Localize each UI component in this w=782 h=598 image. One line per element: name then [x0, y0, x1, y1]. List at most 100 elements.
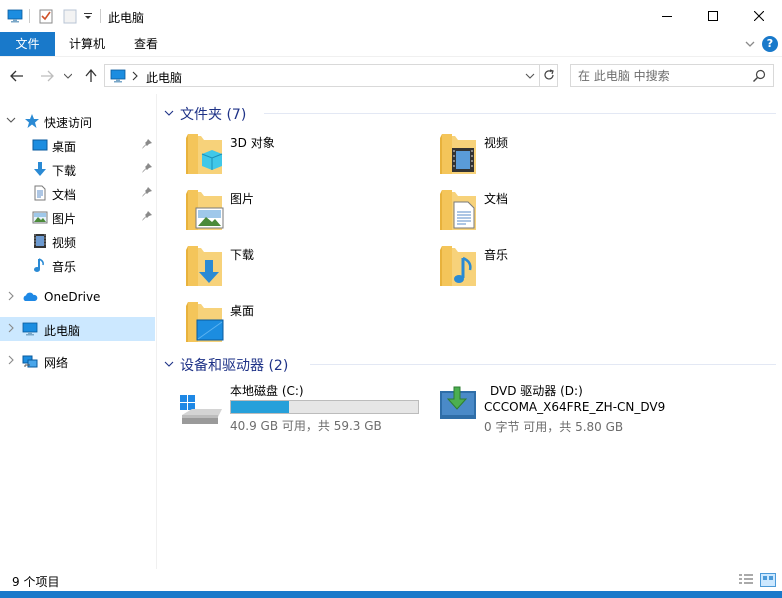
hard-drive-icon [180, 395, 222, 424]
pin-icon[interactable] [141, 162, 153, 174]
customize-toolbar-icon[interactable] [83, 8, 93, 24]
sidebar-item-label: 音乐 [52, 260, 77, 274]
folder-desktop[interactable]: 桌面 [184, 300, 424, 350]
folder-3d-objects[interactable]: 3D 对象 [184, 132, 424, 182]
folders-group-header[interactable]: 文件夹 (7) [164, 103, 776, 123]
sidebar-item-pictures[interactable]: 图片 [0, 205, 155, 229]
folder-pictures[interactable]: 图片 [184, 188, 424, 238]
close-icon [754, 11, 764, 21]
refresh-icon[interactable] [542, 68, 556, 82]
help-icon[interactable]: ? [762, 36, 778, 52]
network-icon [22, 355, 38, 368]
computer-icon [22, 321, 38, 337]
star-icon [25, 114, 39, 128]
up-button[interactable] [82, 67, 100, 85]
large-icons-view-icon[interactable] [760, 573, 776, 587]
sidebar-item-label: 桌面 [52, 140, 77, 154]
folder-icon [184, 132, 223, 176]
address-path[interactable]: 此电脑 [146, 69, 182, 86]
folder-icon [438, 132, 478, 176]
sidebar-item-documents[interactable]: 文档 [0, 181, 155, 205]
group-title: 设备和驱动器 (2) [180, 358, 289, 374]
drive-usage-bar [230, 400, 419, 414]
drive-c[interactable]: 本地磁盘 (C:) 40.9 GB 可用，共 59.3 GB [178, 381, 438, 433]
folder-videos[interactable]: 视频 [438, 132, 678, 182]
forward-button[interactable] [38, 67, 56, 85]
ribbon-tabs: 文件 计算机 查看 ? [0, 32, 782, 56]
search-icon[interactable] [752, 69, 766, 83]
drive-free-space: 0 字节 可用，共 5.80 GB [484, 420, 624, 434]
download-icon [34, 162, 46, 176]
address-dropdown-icon[interactable] [525, 73, 535, 79]
content-pane: 文件夹 (7) 3D 对象 视频 图片 文档 下载 音乐 桌面 设备和驱动器 (… [158, 94, 782, 569]
folder-label: 图片 [230, 192, 255, 206]
details-view-icon[interactable] [738, 573, 754, 587]
folder-icon [438, 188, 478, 232]
drive-volume-name: CCCOMA_X64FRE_ZH-CN_DV9 [484, 400, 666, 414]
music-note-icon [34, 258, 44, 272]
sidebar-item-music[interactable]: 音乐 [0, 253, 155, 277]
sidebar-item-network[interactable]: 网络 [0, 349, 155, 373]
minimize-button[interactable] [644, 0, 690, 32]
drive-d[interactable]: DVD 驱动器 (D:) CCCOMA_X64FRE_ZH-CN_DV9 0 字… [438, 381, 698, 434]
chevron-right-icon[interactable] [132, 71, 138, 81]
search-input[interactable] [578, 67, 748, 84]
window-border [0, 591, 782, 598]
sidebar-item-label: 快速访问 [44, 116, 93, 130]
maximize-icon [708, 11, 718, 21]
folder-icon [184, 244, 224, 288]
title-bar: 此电脑 [0, 0, 782, 32]
drive-label: DVD 驱动器 (D:) [490, 384, 583, 398]
drive-free-space: 40.9 GB 可用，共 59.3 GB [230, 419, 382, 433]
sidebar-item-downloads[interactable]: 下载 [0, 157, 155, 181]
search-box[interactable] [570, 64, 774, 87]
folder-music[interactable]: 音乐 [438, 244, 678, 294]
toolbar-separator [29, 9, 30, 23]
folder-label: 文档 [484, 192, 509, 206]
sidebar-item-label: 此电脑 [44, 324, 81, 338]
chevron-down-icon[interactable] [164, 359, 174, 369]
sidebar-item-this-pc[interactable]: 此电脑 [0, 317, 155, 341]
sidebar-item-desktop[interactable]: 桌面 [0, 133, 155, 157]
close-button[interactable] [736, 0, 782, 32]
computer-icon [109, 68, 127, 84]
back-button[interactable] [8, 67, 26, 85]
chevron-down-icon [64, 73, 72, 79]
folder-documents[interactable]: 文档 [438, 188, 678, 238]
folder-label: 视频 [484, 136, 509, 150]
navigation-bar: 此电脑 [0, 56, 782, 94]
tab-view[interactable]: 查看 [124, 32, 168, 56]
back-arrow-icon [10, 70, 23, 82]
computer-icon [6, 8, 24, 24]
expand-ribbon-icon[interactable] [744, 36, 756, 52]
sidebar-item-label: 文档 [52, 188, 77, 202]
sidebar-item-label: 视频 [52, 236, 77, 250]
pin-icon[interactable] [141, 186, 153, 198]
new-folder-icon[interactable] [62, 8, 78, 24]
group-divider [264, 113, 776, 114]
sidebar-item-label: 图片 [52, 212, 77, 226]
sidebar-item-label: 下载 [52, 164, 77, 178]
pin-icon[interactable] [141, 138, 153, 150]
tab-file[interactable]: 文件 [0, 32, 55, 56]
maximize-button[interactable] [690, 0, 736, 32]
folder-downloads[interactable]: 下载 [184, 244, 424, 294]
pin-icon[interactable] [141, 210, 153, 222]
chevron-down-icon[interactable] [164, 108, 174, 118]
folder-icon [184, 300, 224, 344]
properties-icon[interactable] [38, 8, 54, 24]
chevron-right-icon[interactable] [6, 323, 16, 333]
chevron-right-icon[interactable] [6, 355, 16, 365]
drive-label: 本地磁盘 (C:) [230, 384, 304, 398]
sidebar-item-quick-access[interactable]: 快速访问 [0, 109, 155, 133]
sidebar-item-label: OneDrive [44, 290, 101, 304]
chevron-right-icon[interactable] [6, 291, 16, 301]
tab-computer[interactable]: 计算机 [60, 32, 114, 56]
sidebar-item-videos[interactable]: 视频 [0, 229, 155, 253]
address-bar[interactable]: 此电脑 [104, 64, 558, 87]
folder-icon [438, 244, 478, 288]
drives-group-header[interactable]: 设备和驱动器 (2) [164, 354, 776, 374]
recent-locations-button[interactable] [62, 67, 74, 85]
chevron-down-icon[interactable] [6, 115, 16, 125]
sidebar-item-onedrive[interactable]: OneDrive [0, 285, 155, 309]
